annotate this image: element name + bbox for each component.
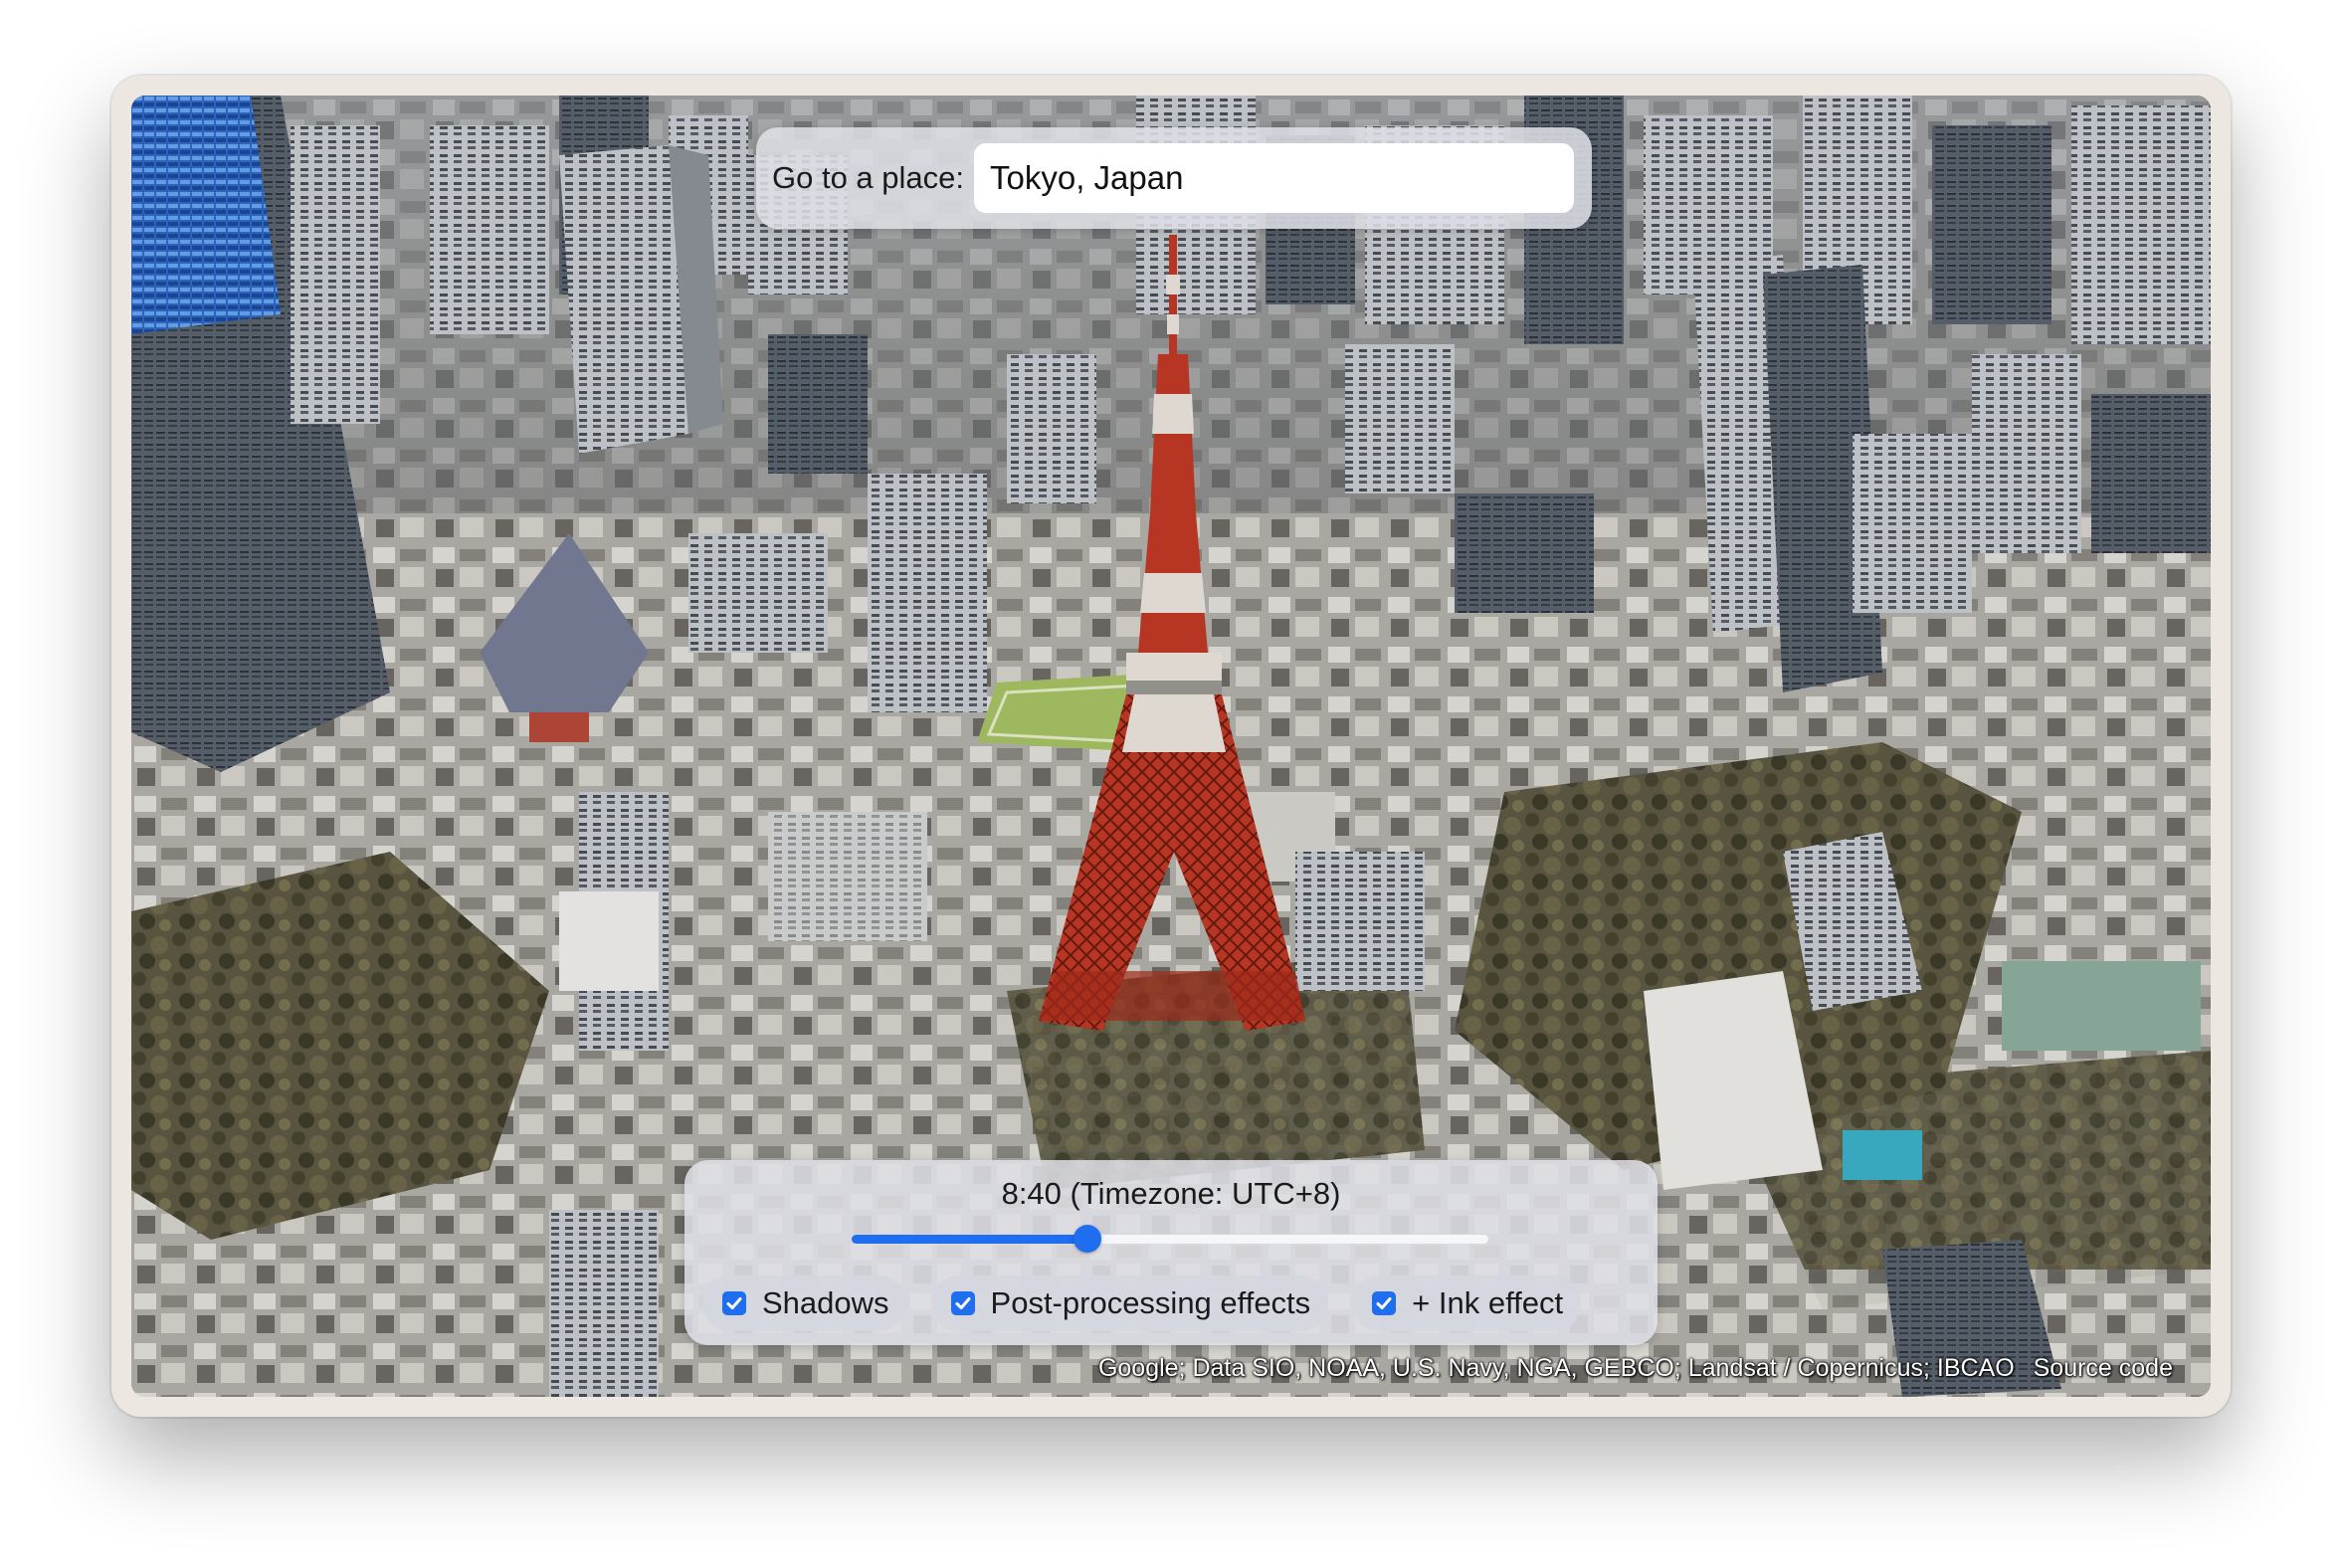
time-label: 8:40 (Timezone: UTC+8) bbox=[1001, 1176, 1341, 1211]
attribution-text: Google; Data SIO, NOAA, U.S. Navy, NGA, … bbox=[1097, 1354, 2015, 1382]
ink-effect-label: + Ink effect bbox=[1412, 1285, 1564, 1320]
map-3d-viewport[interactable]: Go to a place: 8:40 (Timezone: UTC+8) Sh… bbox=[131, 96, 2211, 1397]
map-attribution: Google; Data SIO, NOAA, U.S. Navy, NGA, … bbox=[1098, 1354, 2173, 1383]
checkmark-icon bbox=[955, 1297, 971, 1309]
app-window: Go to a place: 8:40 (Timezone: UTC+8) Sh… bbox=[111, 76, 2231, 1417]
time-slider-fill bbox=[852, 1235, 1087, 1244]
place-search-input[interactable] bbox=[974, 143, 1574, 213]
source-code-link[interactable]: Source code bbox=[2034, 1354, 2173, 1382]
toggle-group: Shadows Post-processing effects + Ink ef… bbox=[702, 1275, 1582, 1331]
shadows-toggle[interactable]: Shadows bbox=[702, 1275, 907, 1331]
time-slider-thumb[interactable] bbox=[1073, 1225, 1101, 1253]
post-processing-toggle[interactable]: Post-processing effects bbox=[930, 1275, 1329, 1331]
checkmark-icon bbox=[726, 1297, 742, 1309]
control-panel: 8:40 (Timezone: UTC+8) Shadows Post-proc… bbox=[684, 1160, 1658, 1345]
shadows-label: Shadows bbox=[762, 1285, 889, 1320]
checkmark-icon bbox=[1376, 1297, 1392, 1309]
time-slider[interactable] bbox=[852, 1224, 1488, 1254]
post-processing-checkbox[interactable] bbox=[950, 1291, 975, 1315]
ink-effect-checkbox[interactable] bbox=[1372, 1291, 1397, 1315]
shadows-checkbox[interactable] bbox=[722, 1291, 746, 1315]
search-panel: Go to a place: bbox=[756, 127, 1592, 229]
search-label: Go to a place: bbox=[772, 160, 965, 195]
post-processing-label: Post-processing effects bbox=[990, 1285, 1311, 1320]
ink-effect-toggle[interactable]: + Ink effect bbox=[1352, 1275, 1582, 1331]
